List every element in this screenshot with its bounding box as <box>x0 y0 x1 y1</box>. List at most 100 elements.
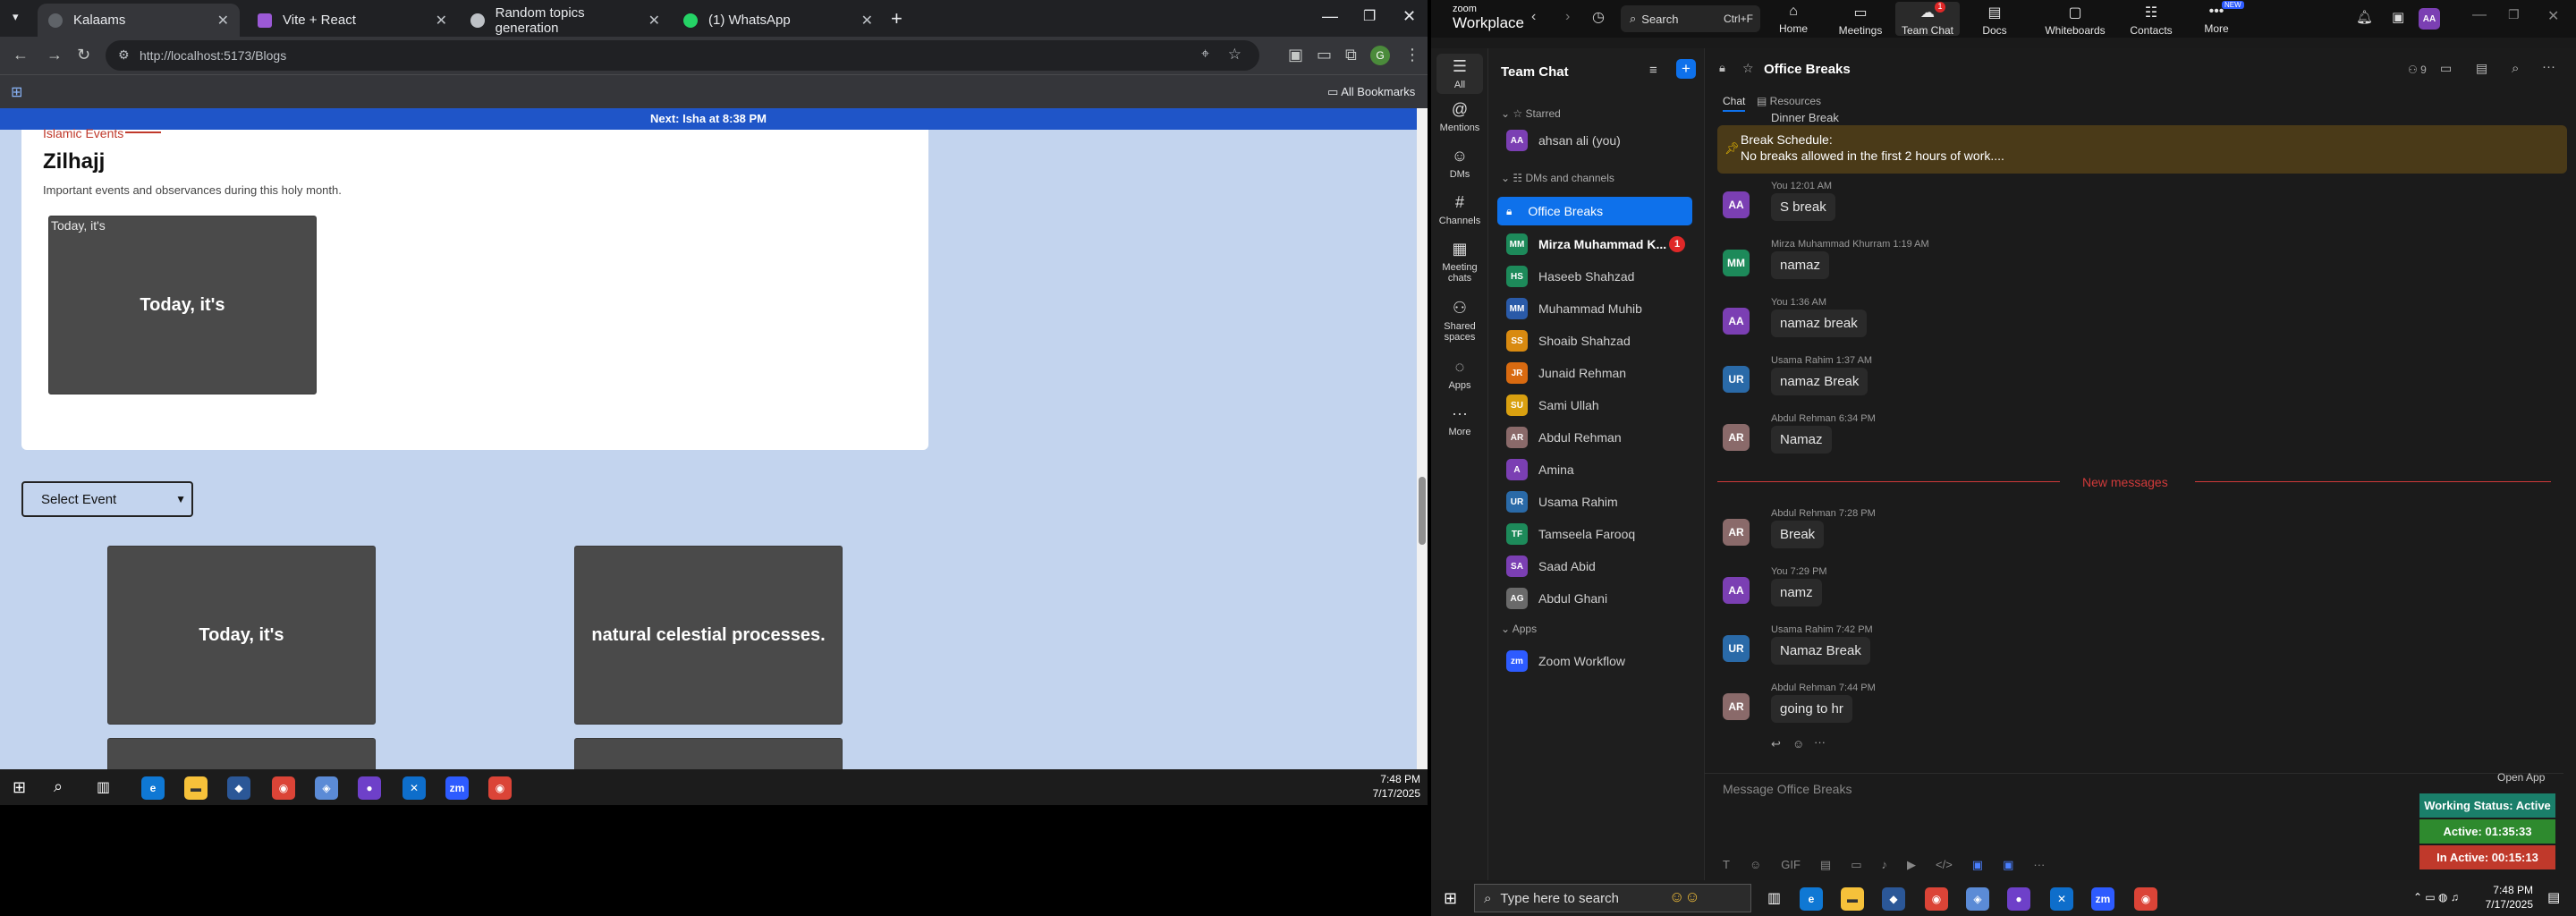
restore-icon[interactable]: ❐ <box>1363 7 1376 25</box>
task-view-icon[interactable]: ▥ <box>1767 889 1781 907</box>
github-icon[interactable]: ● <box>358 776 381 800</box>
vscode-icon[interactable]: ✕ <box>2050 887 2073 911</box>
chrome-icon[interactable]: ◉ <box>1925 887 1948 911</box>
new-tab-plus-icon[interactable]: + <box>891 7 902 30</box>
event-card-a[interactable]: Today, it's <box>107 546 376 725</box>
sidebar-contact[interactable]: SA Saad Abid <box>1497 551 1692 581</box>
minimize-icon[interactable]: — <box>2472 7 2487 23</box>
rail-channels[interactable]: # Channels <box>1431 193 1488 226</box>
nav-more[interactable]: ••• More NEW <box>2184 1 2249 35</box>
event-select[interactable]: Select Event ▼ <box>21 481 193 517</box>
audio-icon[interactable]: ♪ <box>1882 858 1888 876</box>
list-item[interactable]: zm Zoom Workflow <box>1497 646 1692 676</box>
window-close-icon[interactable]: ✕ <box>1402 7 1416 26</box>
reply-icon[interactable]: ↩ <box>1771 737 1781 751</box>
rail-meeting-chats[interactable]: ▦ Meeting chats <box>1431 240 1488 284</box>
close-icon[interactable]: ✕ <box>217 12 229 30</box>
calendar-icon[interactable]: ▤ <box>2476 61 2487 76</box>
chrome-icon[interactable]: ◉ <box>2134 887 2157 911</box>
members-count[interactable]: ⚇ 9 <box>2408 64 2427 76</box>
video-message-icon[interactable]: ▶ <box>1907 858 1916 876</box>
channel-title[interactable]: Office Breaks <box>1764 62 1851 77</box>
chat-message[interactable]: UR Usama Rahim 7:42 PM Namaz Break <box>1723 624 2528 678</box>
file-explorer-icon[interactable]: ▬ <box>184 776 208 800</box>
site-info-icon[interactable]: ⚙ <box>118 47 130 63</box>
section-dms-channels[interactable]: ⌄ ☷ DMs and channels <box>1501 172 1614 184</box>
sidebar-contact[interactable]: MM Mirza Muhammad K... 1 <box>1497 229 1692 259</box>
chat-message[interactable]: AA You 12:01 AM S break <box>1723 181 2528 234</box>
windows-start-icon[interactable]: ⊞ <box>1444 889 1457 908</box>
forward-arrow-icon[interactable]: › <box>1565 9 1570 25</box>
nav-team-chat[interactable]: ☁ Team Chat 1 <box>1895 2 1960 37</box>
app-icon[interactable]: ◈ <box>1966 887 1989 911</box>
message-input[interactable]: Message Office Breaks <box>1723 782 1852 796</box>
profile-avatar[interactable]: G <box>1370 46 1390 65</box>
nav-docs[interactable]: ▤ Docs <box>1962 4 2027 37</box>
search-icon[interactable]: ⌕ <box>54 777 63 796</box>
event-card-b[interactable]: natural celestial processes. <box>574 546 843 725</box>
sidebar-contact[interactable]: UR Usama Rahim <box>1497 487 1692 517</box>
address-bar[interactable]: ⚙ http://localhost:5173/Blogs ⌖ ☆ <box>106 40 1259 71</box>
minimize-icon[interactable]: — <box>1322 7 1338 26</box>
scrollbar-thumb[interactable] <box>1419 477 1426 545</box>
windows-start-icon[interactable]: ⊞ <box>13 778 26 797</box>
video-icon[interactable]: ▭ <box>2440 61 2452 76</box>
history-icon[interactable]: ◷ <box>1592 8 1605 26</box>
all-bookmarks-button[interactable]: ▭ All Bookmarks <box>1327 85 1415 99</box>
sidebar-contact[interactable]: AR Abdul Rehman <box>1497 422 1692 453</box>
apps-grid-icon[interactable]: ⊞ <box>11 83 22 101</box>
reload-icon[interactable]: ↻ <box>77 46 90 64</box>
restore-icon[interactable]: ❐ <box>2508 7 2520 22</box>
sidebar-contact[interactable]: A Amina <box>1497 454 1692 485</box>
forward-arrow-icon[interactable]: → <box>47 46 63 64</box>
tab-whatsapp[interactable]: (1) WhatsApp ✕ <box>673 4 884 37</box>
chat-message[interactable]: AR Abdul Rehman 6:34 PM Namaz <box>1723 413 2528 467</box>
extensions-puzzle-icon[interactable]: ⧉ <box>1345 46 1357 64</box>
emoji-icon[interactable]: ☺ <box>1750 858 1761 876</box>
sidebar-title[interactable]: Team Chat <box>1501 64 1569 80</box>
text-format-icon[interactable]: T <box>1723 858 1730 876</box>
chat-message[interactable]: AA You 7:29 PM namz <box>1723 566 2528 620</box>
chat-message[interactable]: UR Usama Rahim 1:37 AM namaz Break <box>1723 355 2528 409</box>
calendar-icon[interactable]: ▣ <box>2392 9 2404 25</box>
chrome-icon[interactable]: ◉ <box>272 776 295 800</box>
chat-message[interactable]: AR Abdul Rehman 7:44 PM going to hr <box>1723 683 2528 736</box>
section-apps[interactable]: ⌄ Apps <box>1501 623 1537 635</box>
star-bookmark-icon[interactable]: ☆ <box>1228 46 1241 64</box>
back-arrow-icon[interactable]: ‹ <box>1531 9 1536 25</box>
gif-icon[interactable]: GIF <box>1781 858 1801 876</box>
file-icon[interactable]: ▤ <box>1820 858 1831 876</box>
sidebar-contact[interactable]: SU Sami Ullah <box>1497 390 1692 420</box>
location-icon[interactable]: ⌖ <box>1201 47 1209 63</box>
search-icon[interactable]: ⌕ <box>2512 61 2519 76</box>
list-item[interactable]: AA ahsan ali (you) <box>1497 125 1692 156</box>
zoom-icon[interactable]: zm <box>445 776 469 800</box>
zoom-icon[interactable]: zm <box>2091 887 2114 911</box>
nav-home[interactable]: ⌂ Home <box>1761 4 1826 35</box>
store-icon[interactable]: ◆ <box>227 776 250 800</box>
chat-message[interactable]: AR Abdul Rehman 7:28 PM Break <box>1723 508 2528 562</box>
filter-icon[interactable]: ≡ <box>1649 63 1657 78</box>
chrome-icon[interactable]: ◉ <box>488 776 512 800</box>
open-app-link[interactable]: Open App <box>2497 771 2545 784</box>
nav-whiteboards[interactable]: ▢ Whiteboards <box>2043 4 2107 37</box>
close-icon[interactable]: ✕ <box>436 12 447 30</box>
sidebar-contact[interactable]: HS Haseeb Shahzad <box>1497 261 1692 292</box>
tab-random-topics[interactable]: Random topics generation ✕ <box>460 4 671 37</box>
rail-apps[interactable]: ◌ Apps <box>1431 358 1488 391</box>
cast-icon[interactable]: ▭ <box>1317 46 1332 64</box>
emoji-widget-icon[interactable]: ☺☺ <box>1669 888 1700 906</box>
rail-dms[interactable]: ☺ DMs <box>1431 147 1488 180</box>
edge-icon[interactable]: e <box>1800 887 1823 911</box>
nav-contacts[interactable]: ☷ Contacts <box>2119 4 2183 37</box>
sidebar-contact[interactable]: JR Junaid Rehman <box>1497 358 1692 388</box>
github-icon[interactable]: ● <box>2007 887 2030 911</box>
rail-mentions[interactable]: @ Mentions <box>1431 100 1488 133</box>
chat-message[interactable]: AA You 1:36 AM namaz break <box>1723 297 2528 351</box>
close-icon[interactable]: ✕ <box>648 12 660 30</box>
task-view-icon[interactable]: ▥ <box>97 778 110 796</box>
global-search[interactable]: ⌕ Search Ctrl+F <box>1621 5 1760 32</box>
channel-office-breaks[interactable]: 🔒︎ Office Breaks <box>1497 197 1692 225</box>
nav-meetings[interactable]: ▭ Meetings <box>1828 4 1893 37</box>
tab-kalaams[interactable]: Kalaams ✕ <box>38 4 240 37</box>
